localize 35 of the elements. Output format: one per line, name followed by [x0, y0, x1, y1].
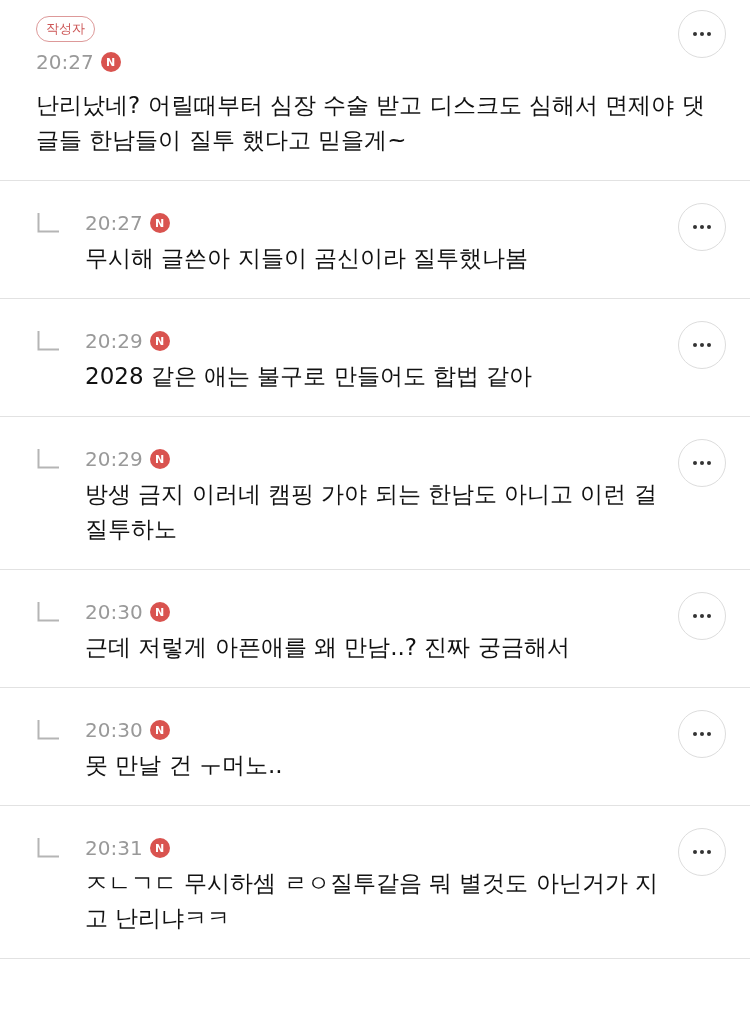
more-icon: [693, 614, 711, 618]
more-icon: [693, 32, 711, 36]
more-options-button[interactable]: [678, 203, 726, 251]
comment-text: 2028 같은 애는 불구로 만들어도 합법 같아: [85, 362, 533, 391]
new-badge: N: [149, 213, 170, 233]
more-icon: [693, 850, 711, 854]
more-options-button[interactable]: [678, 710, 726, 758]
comment-time: 20:29: [85, 328, 143, 355]
more-icon: [693, 461, 711, 465]
comment-text: 방생 금지 이러네 캠핑 가야 되는 한남도 아니고 이런 걸 질투하노: [85, 480, 658, 544]
comment-time: 20:27: [85, 210, 143, 237]
comment-time: 20:29: [85, 446, 143, 473]
more-options-button[interactable]: [678, 321, 726, 369]
comment-text: 무시해 글쓴아 지들이 곰신이라 질투했나봄: [85, 244, 529, 273]
comment-time: 20:30: [85, 717, 143, 744]
comment-text: 못 만날 건 ㅜ머노..: [85, 751, 283, 780]
comment-text: ㅈㄴㄱㄷ 무시하셈 ㄹㅇ질투같음 뭐 별것도 아닌거가 지고 난리냐ㅋㅋ: [85, 869, 659, 933]
more-icon: [693, 225, 711, 229]
new-badge: N: [149, 602, 170, 622]
new-badge: N: [100, 52, 121, 72]
comment-time: 20:31: [85, 835, 143, 862]
new-badge: N: [149, 331, 170, 351]
more-options-button[interactable]: [678, 828, 726, 876]
more-options-button[interactable]: [678, 439, 726, 487]
comment-time: 20:27: [36, 49, 94, 76]
comment-text: 근데 저렇게 아픈애를 왜 만남..? 진짜 궁금해서: [85, 633, 570, 662]
more-options-button[interactable]: [678, 592, 726, 640]
more-icon: [693, 343, 711, 347]
new-badge: N: [149, 449, 170, 469]
more-icon: [693, 732, 711, 736]
more-options-button[interactable]: [678, 10, 726, 58]
comment-time: 20:30: [85, 599, 143, 626]
new-badge: N: [149, 720, 170, 740]
new-badge: N: [149, 838, 170, 858]
comment-text: 난리났네? 어릴때부터 심장 수술 받고 디스크도 심해서 면제야 댓글들 한남들이 질투 했다고 믿을게~: [36, 91, 706, 155]
